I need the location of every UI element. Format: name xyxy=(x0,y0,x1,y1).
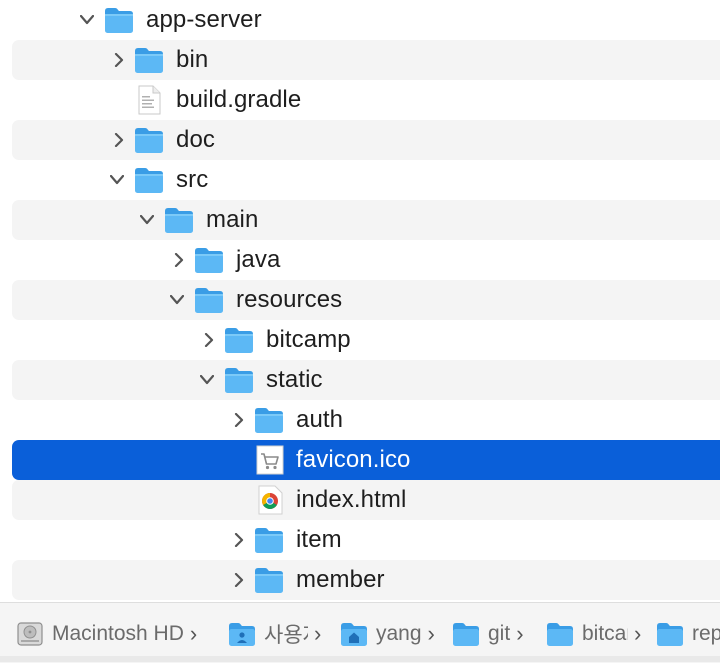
folder-icon xyxy=(254,406,284,434)
chevron-down-icon[interactable] xyxy=(200,372,214,388)
tree-row-java[interactable]: java xyxy=(12,240,720,280)
tree-row-build-gradle[interactable]: build.gradle xyxy=(12,80,720,120)
tree-row-item[interactable]: item xyxy=(12,520,720,560)
chevron-right-icon: › xyxy=(189,621,198,646)
file-tree: app-server bin build.gradle doc src main… xyxy=(0,0,720,602)
path-crumb-rep[interactable]: rep xyxy=(656,617,720,651)
chevron-right-icon[interactable] xyxy=(232,572,246,588)
tree-row-src[interactable]: src xyxy=(12,160,720,200)
chevron-right-icon[interactable] xyxy=(202,332,216,348)
chevron-right-icon[interactable] xyxy=(112,52,126,68)
tree-item-label: static xyxy=(266,366,323,393)
chevron-right-icon[interactable] xyxy=(232,412,246,428)
tree-row-main[interactable]: main xyxy=(12,200,720,240)
tree-row-static[interactable]: static xyxy=(12,360,720,400)
tree-row-bin[interactable]: bin xyxy=(12,40,720,80)
path-crumb-users[interactable]: 사용자 › xyxy=(228,617,330,651)
chevron-down-icon[interactable] xyxy=(110,172,124,188)
cart-icon xyxy=(256,445,286,475)
tree-item-label: favicon.ico xyxy=(296,446,411,473)
path-crumb-macintosh-hd[interactable]: Macintosh HD › xyxy=(16,617,197,651)
home-folder-icon xyxy=(340,621,368,647)
folder-icon xyxy=(134,46,164,74)
tree-item-label: java xyxy=(236,246,281,273)
tree-item-label: bin xyxy=(176,46,209,73)
harddrive-icon xyxy=(16,621,44,647)
folder-icon xyxy=(224,366,254,394)
tree-item-label: resources xyxy=(236,286,343,313)
path-bar: Macintosh HD › 사용자 › yang › git › bitcam… xyxy=(0,602,720,663)
tree-item-label: item xyxy=(296,526,342,553)
tree-item-label: src xyxy=(176,166,209,193)
folder-icon xyxy=(194,246,224,274)
chevron-right-icon[interactable] xyxy=(172,252,186,268)
users-folder-icon xyxy=(228,621,256,647)
path-crumb-label: rep xyxy=(692,622,720,645)
chevron-right-icon: › xyxy=(516,621,524,646)
tree-row-favicon-ico[interactable]: favicon.ico xyxy=(12,440,720,480)
chevron-down-icon[interactable] xyxy=(170,292,184,308)
folder-icon xyxy=(134,166,164,194)
folder-icon xyxy=(164,206,194,234)
folder-icon xyxy=(656,621,684,647)
folder-icon xyxy=(104,6,134,34)
tree-row-auth[interactable]: auth xyxy=(12,400,720,440)
tree-item-label: doc xyxy=(176,126,215,153)
tree-row-index-html[interactable]: index.html xyxy=(12,480,720,520)
path-crumb-label: Macintosh HD xyxy=(52,622,184,645)
chevron-right-icon: › xyxy=(634,621,642,646)
tree-row-member[interactable]: member xyxy=(12,560,720,600)
folder-icon xyxy=(452,621,480,647)
path-crumb-git[interactable]: git › xyxy=(452,617,524,651)
path-crumb-label: 사용자 xyxy=(264,624,308,647)
tree-item-label: main xyxy=(206,206,259,233)
path-crumb-label: bitcamp xyxy=(582,622,628,645)
chevron-right-icon[interactable] xyxy=(232,532,246,548)
chevron-right-icon[interactable] xyxy=(112,132,126,148)
tree-row-doc[interactable]: doc xyxy=(12,120,720,160)
folder-icon xyxy=(134,126,164,154)
chrome-icon xyxy=(256,485,286,515)
path-crumb-yang[interactable]: yang › xyxy=(340,617,435,651)
tree-item-label: index.html xyxy=(296,486,407,513)
folder-icon xyxy=(194,286,224,314)
path-crumb-label: yang xyxy=(376,622,422,645)
chevron-right-icon: › xyxy=(314,621,322,646)
tree-item-label: auth xyxy=(296,406,344,433)
chevron-right-icon: › xyxy=(427,621,435,646)
tree-item-label: build.gradle xyxy=(176,86,302,113)
path-crumb-label: git xyxy=(488,622,511,645)
chevron-down-icon[interactable] xyxy=(80,12,94,28)
folder-icon xyxy=(254,566,284,594)
tree-item-label: bitcamp xyxy=(266,326,351,353)
tree-item-label: app-server xyxy=(146,6,262,33)
tree-row-bitcamp[interactable]: bitcamp xyxy=(12,320,720,360)
tree-item-label: member xyxy=(296,566,385,593)
tree-row-app-server[interactable]: app-server xyxy=(12,0,720,40)
tree-row-resources[interactable]: resources xyxy=(12,280,720,320)
document-icon xyxy=(136,85,166,115)
path-crumb-bitcamp[interactable]: bitcamp › xyxy=(546,617,641,651)
folder-icon xyxy=(546,621,574,647)
folder-icon xyxy=(224,326,254,354)
chevron-down-icon[interactable] xyxy=(140,212,154,228)
window-bottom-edge xyxy=(0,656,720,662)
folder-icon xyxy=(254,526,284,554)
